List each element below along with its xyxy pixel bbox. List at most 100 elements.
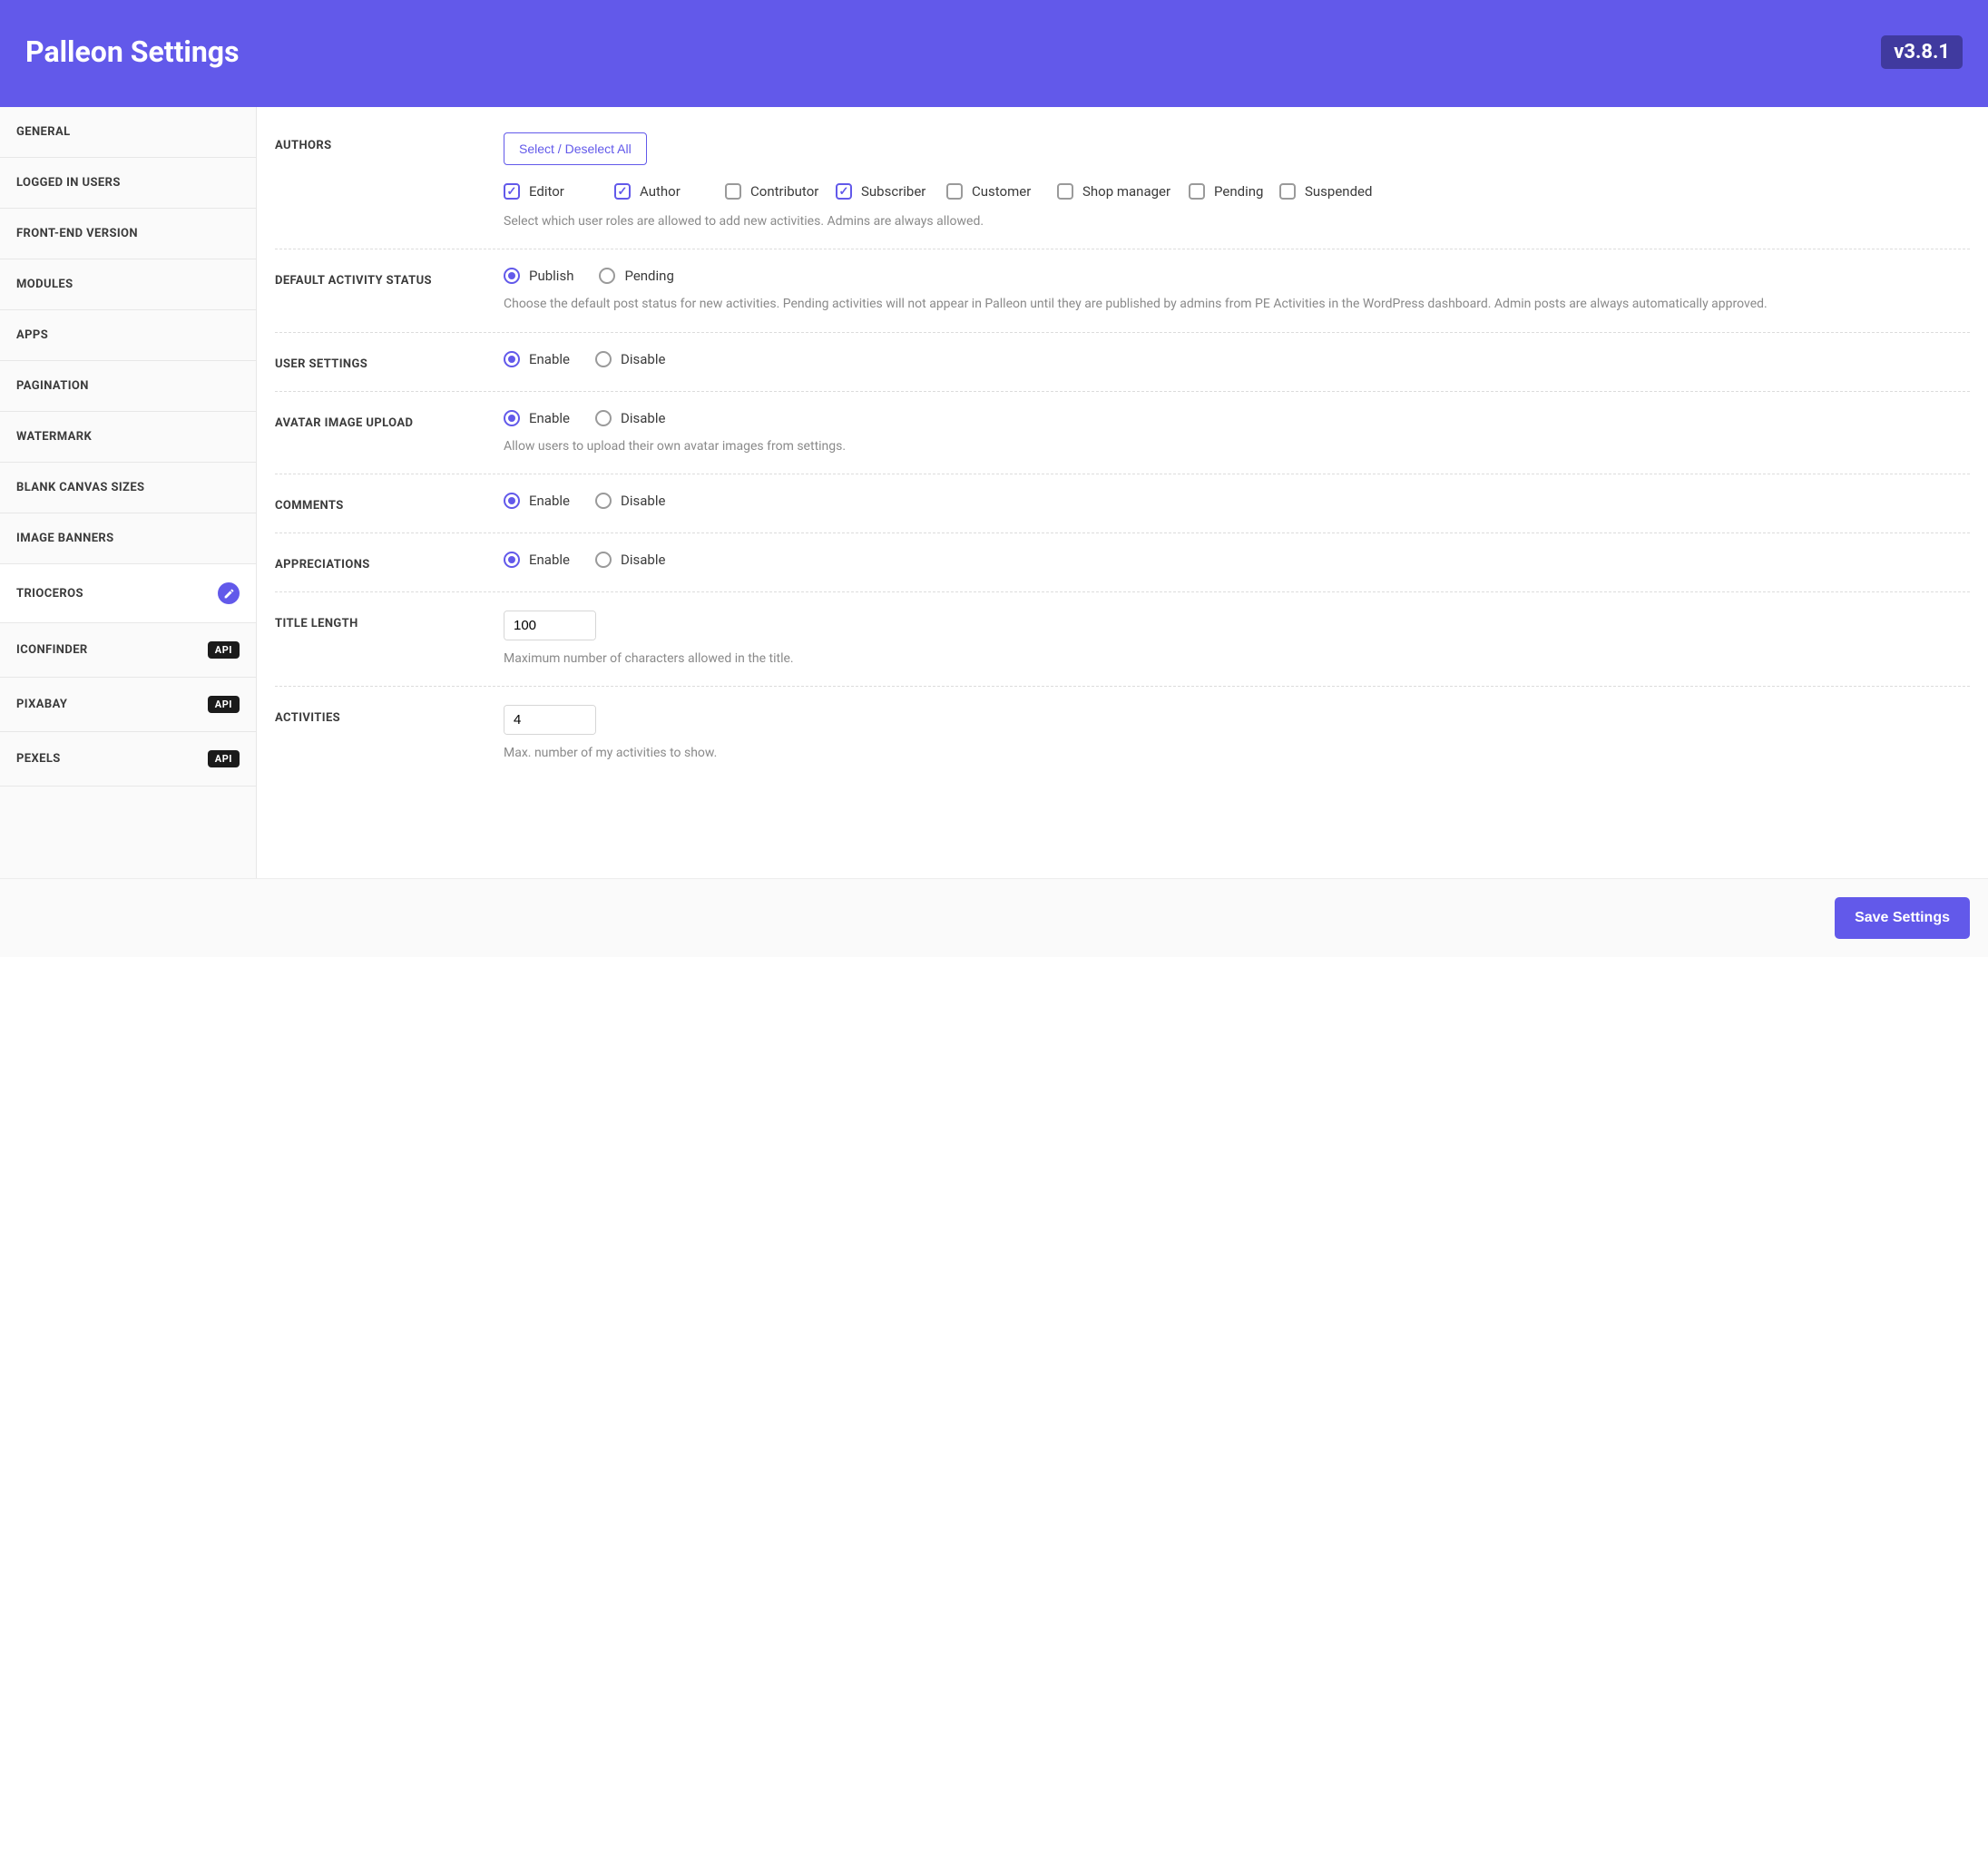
sidebar-item-pexels[interactable]: PEXELS API [0, 732, 256, 787]
checkbox-subscriber[interactable]: Subscriber [836, 183, 946, 200]
radio-enable[interactable]: Enable [504, 552, 570, 568]
sidebar-item-label: ICONFINDER [16, 643, 88, 657]
title-length-input[interactable] [504, 611, 596, 640]
radio-label: Enable [529, 351, 570, 367]
radio-enable[interactable]: Enable [504, 410, 570, 426]
radio-group: Enable Disable [504, 552, 1970, 568]
radio-icon [504, 552, 520, 568]
setting-value: Enable Disable [504, 552, 1970, 573]
radio-label: Disable [621, 552, 665, 568]
setting-row-user-settings: USER SETTINGS Enable Disable [275, 333, 1970, 392]
radio-disable[interactable]: Disable [595, 410, 665, 426]
sidebar-item-label: GENERAL [16, 125, 71, 139]
radio-icon [595, 410, 612, 426]
checkbox-editor[interactable]: Editor [504, 183, 614, 200]
sidebar: GENERAL LOGGED IN USERS FRONT-END VERSIO… [0, 107, 257, 878]
sidebar-item-general[interactable]: GENERAL [0, 107, 256, 158]
sidebar-item-watermark[interactable]: WATERMARK [0, 412, 256, 463]
checkbox-shop-manager[interactable]: Shop manager [1057, 183, 1189, 200]
sidebar-item-label: FRONT-END VERSION [16, 227, 138, 240]
radio-label: Disable [621, 351, 665, 367]
setting-row-comments: COMMENTS Enable Disable [275, 474, 1970, 533]
setting-value: Enable Disable [504, 493, 1970, 514]
setting-value: Select / Deselect All Editor Author Cont… [504, 132, 1970, 230]
checkbox-icon [836, 183, 852, 200]
help-text: Allow users to upload their own avatar i… [504, 437, 1970, 455]
sidebar-item-blank-canvas-sizes[interactable]: BLANK CANVAS SIZES [0, 463, 256, 513]
checkbox-label: Pending [1214, 183, 1263, 200]
edit-icon [218, 582, 240, 604]
sidebar-item-label: IMAGE BANNERS [16, 532, 114, 545]
radio-label: Enable [529, 410, 570, 426]
checkbox-pending[interactable]: Pending [1189, 183, 1279, 200]
help-text: Select which user roles are allowed to a… [504, 212, 1970, 230]
setting-value: ▲ ▼ Maximum number of characters allowed… [504, 611, 1970, 668]
checkbox-author[interactable]: Author [614, 183, 725, 200]
radio-icon [595, 552, 612, 568]
checkbox-label: Shop manager [1082, 183, 1170, 200]
setting-row-avatar: AVATAR IMAGE UPLOAD Enable Disable Allow… [275, 392, 1970, 474]
setting-label: TITLE LENGTH [275, 611, 476, 668]
radio-enable[interactable]: Enable [504, 493, 570, 509]
save-settings-button[interactable]: Save Settings [1835, 897, 1970, 939]
select-all-button[interactable]: Select / Deselect All [504, 132, 647, 165]
radio-icon [595, 351, 612, 367]
sidebar-item-apps[interactable]: APPS [0, 310, 256, 361]
sidebar-item-pixabay[interactable]: PIXABAY API [0, 678, 256, 732]
radio-enable[interactable]: Enable [504, 351, 570, 367]
checkbox-label: Customer [972, 183, 1031, 200]
setting-row-title-length: TITLE LENGTH ▲ ▼ Maximum number of chara… [275, 592, 1970, 687]
checkbox-icon [1189, 183, 1205, 200]
radio-label: Enable [529, 552, 570, 568]
radio-disable[interactable]: Disable [595, 351, 665, 367]
sidebar-item-front-end-version[interactable]: FRONT-END VERSION [0, 209, 256, 259]
radio-publish[interactable]: Publish [504, 268, 573, 284]
radio-label: Disable [621, 493, 665, 509]
main-layout: GENERAL LOGGED IN USERS FRONT-END VERSIO… [0, 107, 1988, 878]
setting-label: COMMENTS [275, 493, 476, 514]
sidebar-item-pagination[interactable]: PAGINATION [0, 361, 256, 412]
setting-value: ▲ ▼ Max. number of my activities to show… [504, 705, 1970, 762]
checkbox-label: Contributor [750, 183, 818, 200]
page-title: Palleon Settings [25, 34, 240, 69]
roles-checkbox-group: Editor Author Contributor Subscriber [504, 183, 1970, 200]
radio-icon [599, 268, 615, 284]
radio-label: Enable [529, 493, 570, 509]
setting-label: USER SETTINGS [275, 351, 476, 373]
setting-row-activities: ACTIVITIES ▲ ▼ Max. number of my activit… [275, 687, 1970, 780]
checkbox-suspended[interactable]: Suspended [1279, 183, 1390, 200]
version-badge: v3.8.1 [1881, 35, 1963, 69]
sidebar-item-modules[interactable]: MODULES [0, 259, 256, 310]
setting-label: ACTIVITIES [275, 705, 476, 762]
setting-row-default-status: DEFAULT ACTIVITY STATUS Publish Pending … [275, 249, 1970, 332]
sidebar-item-trioceros[interactable]: TRIOCEROS [0, 564, 256, 623]
activities-input[interactable] [504, 706, 596, 734]
checkbox-contributor[interactable]: Contributor [725, 183, 836, 200]
help-text: Maximum number of characters allowed in … [504, 650, 1970, 668]
sidebar-item-label: WATERMARK [16, 430, 92, 444]
setting-label: AVATAR IMAGE UPLOAD [275, 410, 476, 455]
sidebar-item-label: LOGGED IN USERS [16, 176, 121, 190]
radio-label: Pending [624, 268, 673, 284]
setting-value: Publish Pending Choose the default post … [504, 268, 1970, 313]
radio-disable[interactable]: Disable [595, 493, 665, 509]
footer: Save Settings [0, 878, 1988, 957]
checkbox-label: Author [640, 183, 681, 200]
setting-row-authors: AUTHORS Select / Deselect All Editor Aut… [275, 127, 1970, 249]
sidebar-item-image-banners[interactable]: IMAGE BANNERS [0, 513, 256, 564]
checkbox-customer[interactable]: Customer [946, 183, 1057, 200]
radio-group: Enable Disable [504, 493, 1970, 509]
radio-disable[interactable]: Disable [595, 552, 665, 568]
content-area: AUTHORS Select / Deselect All Editor Aut… [257, 107, 1988, 878]
checkbox-label: Suspended [1305, 183, 1372, 200]
radio-group: Publish Pending [504, 268, 1970, 284]
sidebar-item-logged-in-users[interactable]: LOGGED IN USERS [0, 158, 256, 209]
radio-icon [504, 351, 520, 367]
checkbox-icon [504, 183, 520, 200]
checkbox-icon [1057, 183, 1073, 200]
sidebar-item-iconfinder[interactable]: ICONFINDER API [0, 623, 256, 678]
radio-pending[interactable]: Pending [599, 268, 673, 284]
radio-group: Enable Disable [504, 351, 1970, 367]
setting-row-appreciations: APPRECIATIONS Enable Disable [275, 533, 1970, 592]
setting-label: AUTHORS [275, 132, 476, 230]
